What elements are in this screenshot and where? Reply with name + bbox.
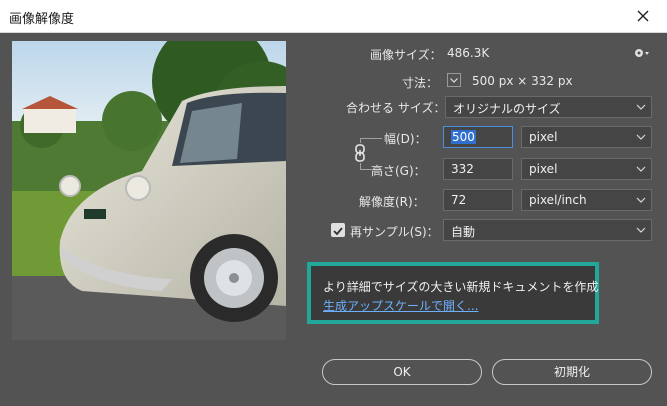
callout-text: より詳細でサイズの大きい新規ドキュメントを作成 [323, 280, 599, 294]
chevron-down-icon [636, 134, 646, 140]
width-unit-select[interactable]: pixel [521, 126, 652, 148]
link-chain-icon[interactable] [353, 143, 367, 163]
image-preview[interactable] [12, 41, 286, 340]
height-input-value: 332 [451, 162, 474, 176]
title-bar: 画像解像度 [0, 0, 667, 33]
resolution-unit-select[interactable]: pixel/inch [521, 189, 652, 211]
width-input[interactable]: 500 [443, 126, 513, 148]
dimensions-label: 寸法： [402, 76, 439, 90]
chevron-down-icon [450, 78, 458, 83]
width-input-value: 500 [451, 130, 476, 144]
width-label: 幅(D)： [384, 132, 427, 146]
reset-button[interactable]: 初期化 [492, 359, 652, 385]
chevron-down-icon [636, 227, 646, 233]
resolution-input[interactable]: 72 [443, 189, 513, 211]
upscale-callout: より詳細でサイズの大きい新規ドキュメントを作成 生成アップスケールで開く... [307, 262, 599, 324]
fit-label: 合わせる サイズ： [346, 101, 446, 115]
resample-checkbox[interactable] [331, 223, 345, 237]
check-icon [333, 227, 343, 236]
chevron-down-icon [636, 104, 646, 110]
generative-upscale-link[interactable]: 生成アップスケールで開く... [323, 297, 478, 314]
resolution-input-value: 72 [451, 193, 467, 207]
resample-select[interactable]: 自動 [443, 219, 652, 241]
fit-select[interactable]: オリジナルのサイズ [445, 96, 652, 118]
height-unit-select[interactable]: pixel [521, 158, 652, 180]
dimensions-toggle[interactable] [447, 73, 461, 87]
width-unit-value: pixel [529, 130, 558, 144]
resolution-label: 解像度(R)： [359, 195, 425, 209]
resample-select-value: 自動 [451, 225, 476, 239]
chevron-down-icon [636, 166, 646, 172]
ok-button[interactable]: OK [322, 359, 482, 385]
resample-label: 再サンプル(S)： [350, 225, 439, 239]
chevron-down-icon [636, 197, 646, 203]
resolution-unit-value: pixel/inch [529, 193, 587, 207]
dimensions-value: 500 px × 332 px [472, 74, 573, 88]
car-photo [12, 41, 286, 340]
fit-select-value: オリジナルのサイズ [453, 102, 561, 116]
height-unit-value: pixel [529, 162, 558, 176]
image-size-label: 画像サイズ： [370, 48, 442, 62]
close-icon[interactable] [633, 6, 653, 26]
height-input[interactable]: 332 [443, 158, 513, 180]
height-label: 高さ(G)： [371, 164, 426, 178]
window-title: 画像解像度 [9, 12, 75, 27]
gear-icon[interactable] [633, 46, 651, 60]
image-size-value: 486.3K [447, 46, 490, 60]
